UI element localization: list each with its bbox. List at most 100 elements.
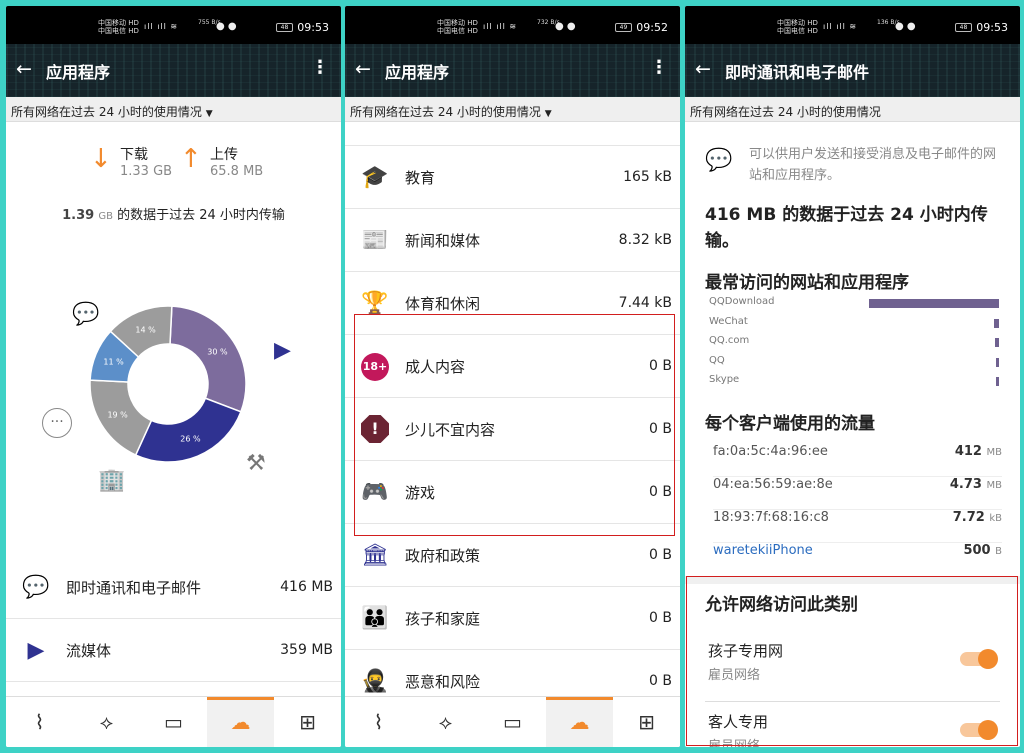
category-row[interactable]: ! 少儿不宜内容 0 B bbox=[345, 398, 680, 461]
top-sites-heading: 最常访问的网站和应用程序 bbox=[705, 273, 909, 293]
category-size: 0 B bbox=[649, 358, 672, 374]
download-label: 下载 bbox=[120, 147, 148, 163]
traffic-summary: ↓ 下载 1.33 GB ↑ 上传 65.8 MB bbox=[6, 144, 341, 186]
upload-value: 65.8 MB bbox=[210, 164, 264, 179]
category-size: 0 B bbox=[649, 484, 672, 500]
network-toggle[interactable] bbox=[960, 649, 998, 669]
site-bar-row[interactable]: QQ bbox=[709, 355, 999, 375]
topology-icon: ⊞ bbox=[638, 710, 655, 734]
donut-slice[interactable] bbox=[134, 397, 242, 463]
tab-apps[interactable]: ☁ bbox=[207, 697, 274, 747]
category-name: 即时通讯和电子邮件 bbox=[66, 578, 202, 597]
network-name: 孩子专用网 bbox=[708, 642, 784, 660]
client-unit: MB bbox=[986, 480, 1003, 491]
notification-icons: ● ● bbox=[555, 21, 576, 32]
site-bar bbox=[869, 299, 999, 308]
tab-topology[interactable]: ⊞ bbox=[613, 697, 680, 747]
more-vert-icon[interactable]: ⋮ bbox=[311, 57, 329, 78]
site-bar-row[interactable]: QQDownload bbox=[709, 296, 999, 316]
donut-slice-label: 26 % bbox=[180, 435, 201, 444]
back-arrow-icon[interactable]: ← bbox=[695, 58, 711, 80]
tools-icon[interactable]: ⚒ bbox=[246, 451, 266, 476]
category-description: 💬 可以供用户发送和接受消息及电子邮件的网站和应用程序。 bbox=[685, 144, 1020, 192]
client-name: 18:93:7f:68:16:c8 bbox=[713, 510, 829, 525]
status-bar: 中国移动 HD 中国电信 HD ıll ıll ≋ 755 B/s ● ● 48 … bbox=[6, 6, 341, 44]
category-name: 游戏 bbox=[405, 483, 436, 502]
total-unit: GB bbox=[98, 211, 113, 222]
tab-devices[interactable]: ▭ bbox=[140, 697, 207, 747]
page-title: 即时通讯和电子邮件 bbox=[725, 63, 870, 82]
category-name: 政府和政策 bbox=[405, 546, 481, 565]
category-name: 成人内容 bbox=[405, 357, 466, 376]
site-bar bbox=[995, 338, 999, 347]
category-row[interactable]: 🎮 游戏 0 B bbox=[345, 461, 680, 524]
category-size: 8.32 kB bbox=[618, 232, 672, 248]
time-filter-dropdown[interactable]: 所有网络在过去 24 小时的使用情况 ▼ bbox=[345, 97, 680, 122]
media-icon[interactable]: ▶ bbox=[274, 338, 291, 363]
tab-network[interactable]: ⟡ bbox=[412, 697, 479, 747]
more-icon[interactable]: ··· bbox=[42, 408, 72, 438]
category-row[interactable]: 🎓 教育 165 kB bbox=[345, 146, 680, 209]
category-row[interactable]: 👪 孩子和家庭 0 B bbox=[345, 587, 680, 650]
tab-apps[interactable]: ☁ bbox=[546, 697, 613, 747]
category-row[interactable]: 💬 即时通讯和电子邮件 416 MB bbox=[6, 556, 341, 619]
trophy-icon: 🏆 bbox=[361, 290, 389, 316]
tab-network[interactable]: ⟡ bbox=[73, 697, 140, 747]
category-name: 新闻和媒体 bbox=[405, 231, 481, 250]
tab-devices[interactable]: ▭ bbox=[479, 697, 546, 747]
network-toggle-row[interactable]: 孩子专用网 雇员网络 bbox=[705, 640, 1000, 702]
client-row[interactable]: 18:93:7f:68:16:c8 7.72 kB bbox=[713, 510, 1002, 543]
clock: 09:52 bbox=[636, 21, 668, 34]
category-row[interactable]: 🏆 体育和休闲 7.44 kB bbox=[345, 272, 680, 335]
client-row[interactable]: waretekiiPhone 500 B bbox=[713, 543, 1002, 576]
carrier-1: 中国移动 HD bbox=[777, 19, 818, 27]
carrier-1: 中国移动 HD bbox=[437, 19, 478, 27]
caret-down-icon: ▼ bbox=[544, 109, 552, 119]
tab-topology[interactable]: ⊞ bbox=[274, 697, 341, 747]
time-filter-label: 所有网络在过去 24 小时的使用情况 bbox=[685, 97, 1020, 122]
client-unit: MB bbox=[986, 447, 1003, 458]
client-row[interactable]: 04:ea:56:59:ae:8e 4.73 MB bbox=[713, 477, 1002, 510]
building-icon[interactable]: 🏢 bbox=[98, 468, 125, 493]
site-name: WeChat bbox=[709, 315, 748, 327]
total-desc: 的数据于过去 24 小时内传输 bbox=[112, 208, 285, 223]
phone-screen-2: 中国移动 HD 中国电信 HD ıll ıll ≋ 732 B/s ● ● 49 … bbox=[345, 6, 680, 747]
site-bar-row[interactable]: Skype bbox=[709, 374, 999, 394]
category-row[interactable]: 🏛 政府和政策 0 B bbox=[345, 524, 680, 587]
signal-icon: ıll ıll ≋ bbox=[483, 22, 518, 31]
category-row[interactable]: ▶ 流媒体 359 MB bbox=[6, 619, 341, 682]
activity-icon: ⌇ bbox=[373, 710, 384, 734]
notification-icons: ● ● bbox=[895, 21, 916, 32]
notification-icons: ● ● bbox=[216, 21, 237, 32]
page-title: 应用程序 bbox=[46, 63, 111, 82]
carrier-1: 中国移动 HD bbox=[98, 19, 139, 27]
upload-label: 上传 bbox=[210, 147, 238, 163]
network-toggle[interactable] bbox=[960, 720, 998, 740]
donut-slice-label: 11 % bbox=[103, 357, 124, 366]
tab-activity[interactable]: ⌇ bbox=[345, 697, 412, 747]
phone-screen-3: 中国移动 HD 中国电信 HD ıll ıll ≋ 136 B/s ● ● 48 … bbox=[685, 6, 1020, 747]
network-type: 雇员网络 bbox=[708, 668, 761, 683]
time-filter-dropdown[interactable]: 所有网络在过去 24 小时的使用情况 ▼ bbox=[6, 97, 341, 122]
site-name: QQ bbox=[709, 354, 725, 366]
category-row[interactable]: 📰 新闻和媒体 8.32 kB bbox=[345, 209, 680, 272]
back-arrow-icon[interactable]: ← bbox=[355, 58, 371, 80]
network-toggle-row[interactable]: 客人专用 雇员网络 bbox=[705, 711, 1000, 747]
client-value: 4.73 bbox=[949, 477, 982, 492]
client-row[interactable]: fa:0a:5c:4a:96:ee 412 MB bbox=[713, 444, 1002, 477]
status-bar: 中国移动 HD 中国电信 HD ıll ıll ≋ 136 B/s ● ● 48 … bbox=[685, 6, 1020, 44]
site-bar-row[interactable]: WeChat bbox=[709, 316, 999, 336]
graduation-cap-icon: 🎓 bbox=[361, 164, 389, 190]
tab-activity[interactable]: ⌇ bbox=[6, 697, 73, 747]
battery-icon: 49 bbox=[615, 23, 632, 32]
donut-slice[interactable] bbox=[169, 305, 247, 413]
download-value: 1.33 GB bbox=[120, 164, 173, 179]
chat-icon: 💬 bbox=[705, 148, 733, 173]
adult-18-icon: 18+ bbox=[345, 351, 405, 381]
site-name: Skype bbox=[709, 374, 740, 385]
site-bar-row[interactable]: QQ.com bbox=[709, 335, 999, 355]
total-value: 1.39 bbox=[62, 208, 95, 223]
category-row[interactable]: 18+ 成人内容 0 B bbox=[345, 335, 680, 398]
more-vert-icon[interactable]: ⋮ bbox=[650, 57, 668, 78]
back-arrow-icon[interactable]: ← bbox=[16, 58, 32, 80]
